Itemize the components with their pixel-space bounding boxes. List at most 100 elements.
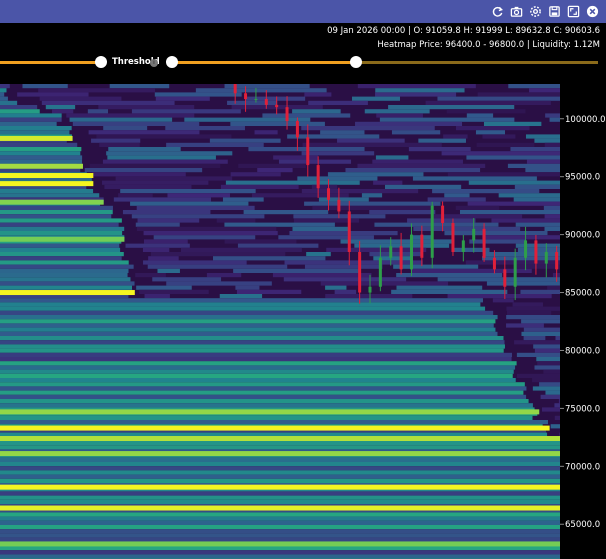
liquidity-band: [304, 92, 332, 97]
liquidity-band: [466, 113, 494, 118]
liquidity-band: [0, 474, 560, 479]
refresh-icon[interactable]: [490, 4, 504, 18]
liquidity-band: [216, 218, 256, 223]
liquidity-band: [0, 352, 512, 357]
liquidity-band: [143, 260, 247, 265]
liquidity-band: [369, 210, 436, 215]
save-icon[interactable]: [547, 4, 561, 18]
liquidity-band: [0, 378, 516, 383]
liquidity-band: [230, 121, 325, 126]
camera-icon[interactable]: [509, 4, 523, 18]
liquidity-band: [0, 529, 560, 534]
fullscreen-icon[interactable]: [566, 4, 580, 18]
liquidity-band: [0, 344, 505, 349]
liquidity-band: [534, 138, 560, 143]
threshold-knob-left[interactable]: [95, 56, 107, 68]
liquidity-band: [0, 285, 132, 290]
liquidity-band: [130, 201, 249, 206]
liquidity-band: [304, 264, 383, 269]
liquidity-band: [361, 193, 383, 198]
liquidity-band: [0, 88, 7, 93]
liquidity-band: [278, 235, 374, 240]
liquidity-band: [444, 231, 548, 236]
liquidity-level: [0, 409, 540, 415]
liquidity-band: [525, 134, 560, 139]
liquidity-band: [0, 302, 481, 307]
liquidity-band: [391, 130, 441, 135]
threshold-track-left[interactable]: [0, 61, 101, 64]
liquidity-band: [0, 462, 560, 467]
liquidity-band: [0, 365, 516, 370]
liquidity-band: [0, 546, 560, 551]
liquidity-band: [227, 100, 278, 105]
liquidity-band: [444, 193, 470, 198]
liquidity-band: [289, 231, 398, 236]
liquidity-band: [441, 151, 560, 156]
liquidity-band: [396, 285, 483, 290]
liquidity-band: [0, 336, 504, 341]
threshold-knob-max[interactable]: [350, 56, 362, 68]
liquidity-band: [513, 197, 560, 202]
liquidity-band: [427, 197, 486, 202]
heatmap-chart[interactable]: 100000.0 95000.0 90000.0 85000.0 80000.0 7500…: [0, 84, 606, 559]
candle-body: [306, 137, 310, 166]
liquidity-band: [233, 268, 360, 273]
liquidity-band: [0, 415, 533, 420]
liquidity-band: [388, 105, 515, 110]
info-icon[interactable]: i: [150, 59, 158, 67]
liquidity-band: [523, 336, 546, 341]
threshold-track-range[interactable]: [172, 61, 356, 64]
liquidity-band: [254, 130, 278, 135]
liquidity-band: [148, 256, 179, 261]
liquidity-band: [0, 121, 57, 126]
liquidity-level: [0, 181, 94, 187]
liquidity-band: [304, 201, 441, 206]
liquidity-band: [306, 252, 331, 257]
liquidity-band: [0, 361, 517, 366]
liquidity-band: [506, 323, 544, 328]
liquidity-band: [0, 298, 483, 303]
liquidity-band: [17, 92, 89, 97]
liquidity-band: [0, 478, 560, 483]
title-bar: [0, 0, 606, 23]
close-icon[interactable]: [585, 4, 599, 18]
liquidity-band: [0, 231, 123, 236]
liquidity-band: [131, 214, 265, 219]
liquidity-band: [0, 96, 8, 101]
liquidity-band: [355, 121, 463, 126]
liquidity-band: [549, 117, 560, 122]
liquidity-band: [357, 84, 476, 89]
liquidity-band: [0, 105, 38, 110]
liquidity-band: [113, 197, 211, 202]
heatmap-readout: Heatmap Price: 96400.0 - 96800.0 | Liqui…: [377, 40, 600, 50]
liquidity-band: [0, 373, 513, 378]
liquidity-band: [482, 235, 560, 240]
liquidity-band: [0, 554, 560, 559]
threshold-track-right[interactable]: [356, 61, 598, 64]
liquidity-band: [39, 96, 122, 101]
candle-body: [327, 188, 331, 200]
candle-body: [420, 234, 424, 258]
candle-body: [472, 228, 476, 241]
liquidity-band: [508, 84, 560, 89]
liquidity-band: [195, 88, 327, 93]
liquidity-band: [225, 180, 360, 185]
threshold-knob-min[interactable]: [166, 56, 178, 68]
liquidity-band: [0, 550, 560, 555]
liquidity-band: [0, 310, 494, 315]
liquidity-band: [523, 327, 560, 332]
liquidity-band: [0, 348, 504, 353]
liquidity-band: [273, 155, 319, 160]
liquidity-band: [534, 365, 560, 370]
liquidity-band: [369, 252, 423, 257]
liquidity-band: [532, 386, 560, 391]
liquidity-band: [379, 117, 515, 122]
liquidity-band: [297, 176, 378, 181]
liquidity-band: [514, 340, 560, 345]
liquidity-band: [0, 189, 94, 194]
liquidity-band: [213, 256, 326, 261]
liquidity-band: [477, 92, 560, 97]
liquidity-band: [536, 357, 560, 362]
gear-icon[interactable]: [528, 4, 542, 18]
liquidity-band: [550, 424, 560, 429]
